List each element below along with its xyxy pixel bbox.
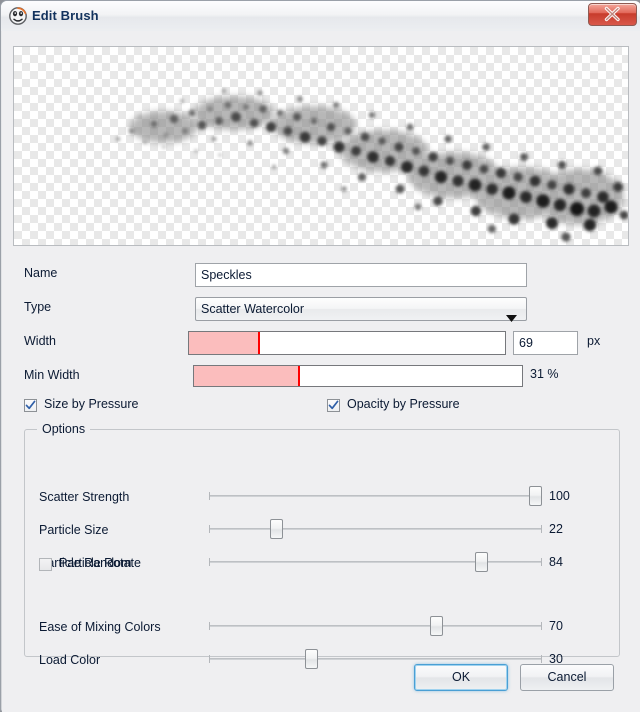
slider-track-cap-end (541, 622, 542, 630)
slider-thumb[interactable] (305, 649, 318, 669)
checkbox-box (327, 399, 340, 412)
type-combobox-value: Scatter Watercolor (201, 302, 305, 316)
brush-app-icon (9, 7, 27, 25)
particle-rotate-label: Particle Rotate (59, 556, 141, 570)
slider-track[interactable] (209, 528, 542, 530)
slider-track-cap-end (541, 655, 542, 663)
close-icon (604, 6, 620, 22)
width-value-input[interactable] (513, 331, 578, 355)
checkbox-box (24, 399, 37, 412)
slider-value-3: 70 (549, 619, 563, 633)
slider-thumb[interactable] (269, 519, 283, 539)
slider-track[interactable] (209, 658, 542, 660)
ok-button[interactable]: OK (414, 664, 508, 691)
slider-label-1: Particle Size (39, 523, 109, 537)
checkbox-box (39, 558, 52, 571)
slider-value-0: 100 (549, 489, 570, 503)
slider-value-1: 22 (549, 522, 563, 536)
width-unit-label: px (587, 334, 601, 348)
opacity-by-pressure-label: Opacity by Pressure (347, 397, 460, 411)
stroke-speckles (115, 88, 628, 242)
slider-track-cap-start (209, 622, 210, 630)
min-width-gauge[interactable] (193, 365, 523, 387)
width-gauge-marker (257, 332, 260, 354)
width-row: Width px (2, 331, 640, 355)
slider-label-0: Scatter Strength (39, 490, 130, 504)
min-width-gauge-marker (297, 366, 300, 386)
type-combobox[interactable]: Scatter Watercolor (195, 297, 527, 322)
width-label: Width (24, 334, 56, 348)
check-icon (328, 400, 339, 410)
slider-track-cap-end (541, 525, 542, 533)
name-input[interactable] (195, 263, 527, 287)
options-group-title: Options (37, 422, 91, 436)
window-title: Edit Brush (32, 8, 99, 23)
particle-rotate-checkbox[interactable]: Particle Rotate (39, 556, 219, 574)
min-width-row: Min Width 31 % (2, 365, 640, 389)
slider-1[interactable] (209, 519, 542, 539)
slider-label-4: Load Color (39, 653, 101, 667)
close-button[interactable] (588, 3, 637, 26)
slider-0[interactable] (209, 486, 542, 506)
slider-track-cap-start (209, 492, 210, 500)
slider-value-2: 84 (549, 555, 563, 569)
slider-track-cap-start (209, 655, 210, 663)
opacity-by-pressure-checkbox[interactable]: Opacity by Pressure (327, 397, 507, 415)
slider-3[interactable] (209, 616, 542, 636)
type-label: Type (24, 300, 52, 314)
brush-stroke-preview (13, 46, 629, 246)
slider-track-cap-end (541, 558, 542, 566)
slider-2[interactable] (209, 552, 542, 572)
size-by-pressure-label: Size by Pressure (44, 397, 139, 411)
slider-thumb[interactable] (474, 552, 488, 572)
slider-label-3: Ease of Mixing Colors (39, 620, 161, 634)
dialog-client-area: Name Type Scatter Watercolor Width px (2, 31, 640, 712)
slider-track-cap-start (209, 525, 210, 533)
min-width-value-label: 31 % (530, 367, 559, 381)
cancel-button[interactable]: Cancel (520, 664, 614, 691)
name-label: Name (24, 266, 58, 280)
slider-track[interactable] (209, 625, 542, 627)
edit-brush-dialog: Edit Brush Name Speckles Type Scatter Wa… (0, 0, 640, 712)
type-row: Type Scatter Watercolor (2, 297, 640, 322)
min-width-gauge-fill (194, 366, 299, 386)
width-gauge-fill (189, 332, 259, 354)
width-gauge[interactable] (188, 331, 506, 355)
slider-thumb[interactable] (429, 616, 443, 636)
check-icon (25, 400, 36, 410)
slider-thumb[interactable] (529, 486, 542, 506)
slider-track[interactable] (209, 495, 542, 497)
name-row: Name (2, 263, 640, 287)
title-bar[interactable]: Edit Brush (1, 1, 640, 31)
slider-track[interactable] (209, 561, 542, 563)
min-width-label: Min Width (24, 368, 80, 382)
size-by-pressure-checkbox[interactable]: Size by Pressure (24, 397, 184, 415)
chevron-down-icon (506, 307, 517, 329)
